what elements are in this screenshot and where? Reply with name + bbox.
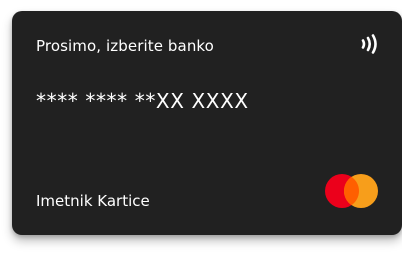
card-number: **** **** **XX XXXX (36, 89, 249, 113)
card-screen: Prosimo, izberite banko **** **** **XX X… (0, 0, 402, 262)
contactless-icon (361, 34, 377, 54)
select-bank-prompt: Prosimo, izberite banko (36, 37, 214, 55)
bank-card[interactable]: Prosimo, izberite banko **** **** **XX X… (12, 11, 402, 235)
cardholder-label: Imetnik Kartice (36, 192, 150, 210)
mastercard-logo (325, 174, 378, 208)
